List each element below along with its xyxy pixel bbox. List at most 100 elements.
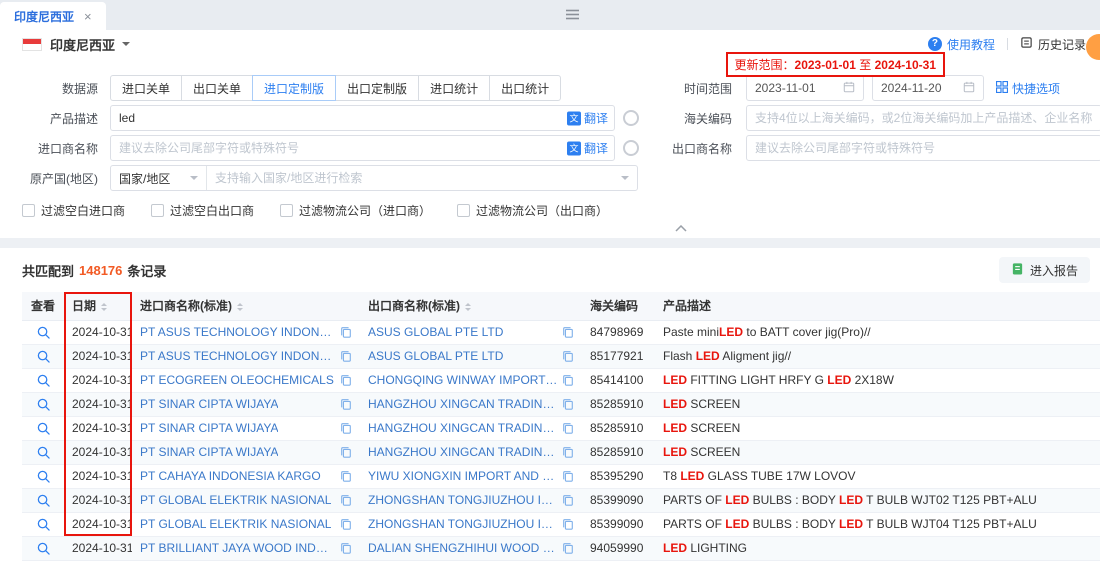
filter-checkbox[interactable]: 过滤空白出口商 [151,202,254,219]
collapse-panel-button[interactable] [662,221,700,235]
exporter-input[interactable] [746,135,1100,161]
exporter-link[interactable]: HANGZHOU XINGCAN TRADING CO LTD [368,397,558,411]
copy-icon[interactable] [340,422,352,434]
copy-icon[interactable] [562,542,574,554]
translate-button[interactable]: 文 翻译 [567,110,608,127]
magnifier-icon[interactable] [37,374,50,387]
copy-icon[interactable] [562,446,574,458]
copy-icon[interactable] [340,398,352,410]
magnifier-icon[interactable] [37,326,50,339]
exporter-link[interactable]: ZHONGSHAN TONGJIUZHOU INTERNA... [368,517,558,531]
importer-link[interactable]: PT ASUS TECHNOLOGY INDONESIA BA... [140,325,336,339]
importer-link[interactable]: PT SINAR CIPTA WIJAYA [140,445,278,459]
data-source-tab[interactable]: 出口关单 [181,75,253,101]
exporter-link[interactable]: HANGZHOU XINGCAN TRADING CO LTD [368,421,558,435]
magnifier-icon[interactable] [37,350,50,363]
importer-link[interactable]: PT CAHAYA INDONESIA KARGO [140,469,321,483]
origin-type-select[interactable]: 国家/地区 [111,166,207,190]
copy-icon[interactable] [562,470,574,482]
history-link[interactable]: 历史记录 [1020,36,1086,53]
copy-icon[interactable] [340,374,352,386]
exporter-link[interactable]: HANGZHOU XINGCAN TRADING CO LTD [368,445,558,459]
tutorial-link[interactable]: ? 使用教程 [928,36,995,53]
copy-icon[interactable] [340,350,352,362]
product-desc-cell: LED SCREEN [655,416,1100,440]
filter-checkbox[interactable]: 过滤物流公司（出口商） [457,202,608,219]
date-from-input[interactable]: 2023-11-01 [746,75,864,101]
product-desc-input[interactable] [110,105,615,131]
magnifier-icon[interactable] [37,494,50,507]
column-header[interactable]: 产品描述 [655,292,1100,320]
importer-link[interactable]: PT SINAR CIPTA WIJAYA [140,421,278,435]
hs-code-input[interactable] [746,105,1100,131]
magnifier-icon[interactable] [37,446,50,459]
exporter-link[interactable]: CHONGQING WINWAY IMPORT AND E... [368,373,558,387]
column-header[interactable]: 日期 [64,292,132,320]
copy-icon[interactable] [562,494,574,506]
data-source-tab[interactable]: 进口统计 [418,75,490,101]
copy-icon[interactable] [562,374,574,386]
quick-options-link[interactable]: 快捷选项 [996,80,1060,97]
exporter-link[interactable]: YIWU XIONGXIN IMPORT AND EXPORT... [368,469,558,483]
magnifier-icon[interactable] [37,518,50,531]
chevron-down-icon[interactable] [621,172,637,184]
exporter-link[interactable]: ZHONGSHAN TONGJIUZHOU INTERNA... [368,493,558,507]
translate-button[interactable]: 文 翻译 [567,140,608,157]
origin-combo: 国家/地区 [110,165,638,191]
sort-icon[interactable] [465,300,471,314]
importer-cell: PT GLOBAL ELEKTRIK NASIONAL [132,512,360,536]
column-header[interactable]: 海关编码 [582,292,655,320]
enter-report-button[interactable]: 进入报告 [999,257,1090,283]
copy-icon[interactable] [340,494,352,506]
copy-icon[interactable] [340,326,352,338]
data-source-tab[interactable]: 出口定制版 [335,75,419,101]
importer-link[interactable]: PT GLOBAL ELEKTRIK NASIONAL [140,517,331,531]
sort-icon[interactable] [237,300,243,314]
magnifier-icon[interactable] [37,470,50,483]
copy-icon[interactable] [562,518,574,530]
data-source-tab[interactable]: 出口统计 [489,75,561,101]
copy-icon[interactable] [562,350,574,362]
copy-icon[interactable] [340,446,352,458]
date-to-input[interactable]: 2024-11-20 [872,75,984,101]
exporter-link[interactable]: DALIAN SHENGZHIHUI WOOD INDUST... [368,541,558,555]
magnifier-icon[interactable] [37,398,50,411]
magnifier-icon[interactable] [37,422,50,435]
copy-icon[interactable] [340,518,352,530]
data-source-tab[interactable]: 进口定制版 [252,75,336,101]
column-header[interactable]: 出口商名称(标准) [360,292,582,320]
synonym-toggle-icon[interactable] [623,110,639,126]
copy-icon[interactable] [562,422,574,434]
exporter-cell: DALIAN SHENGZHIHUI WOOD INDUST... [360,536,582,560]
data-source-tab[interactable]: 进口关单 [110,75,182,101]
synonym-toggle-icon[interactable] [623,140,639,156]
exporter-link[interactable]: ASUS GLOBAL PTE LTD [368,325,503,339]
sort-icon[interactable] [101,300,107,314]
column-header[interactable]: 查看 [22,292,64,320]
magnifier-icon[interactable] [37,542,50,555]
importer-link[interactable]: PT ASUS TECHNOLOGY INDONESIA BA... [140,349,336,363]
origin-search-input[interactable] [207,166,621,190]
importer-link[interactable]: PT ECOGREEN OLEOCHEMICALS [140,373,334,387]
filter-checkbox[interactable]: 过滤空白进口商 [22,202,125,219]
importer-input[interactable] [110,135,615,161]
importer-link[interactable]: PT GLOBAL ELEKTRIK NASIONAL [140,493,331,507]
exporter-link[interactable]: ASUS GLOBAL PTE LTD [368,349,503,363]
importer-link[interactable]: PT BRILLIANT JAYA WOOD INDUSTRY [140,541,336,555]
highlighted-term: LED [696,349,720,363]
tab-menu-icon[interactable] [566,9,579,20]
importer-link[interactable]: PT SINAR CIPTA WIJAYA [140,397,278,411]
copy-icon[interactable] [340,470,352,482]
close-tab-icon[interactable]: × [84,9,92,24]
question-icon: ? [928,37,942,51]
hs-code-cell: 85399090 [582,512,655,536]
country-tab[interactable]: 印度尼西亚 × [0,2,106,30]
country-chevron-down-icon[interactable] [122,42,130,50]
checkbox-icon [457,204,470,217]
filter-checkbox[interactable]: 过滤物流公司（进口商） [280,202,431,219]
copy-icon[interactable] [562,326,574,338]
checkbox-icon [280,204,293,217]
column-header[interactable]: 进口商名称(标准) [132,292,360,320]
copy-icon[interactable] [340,542,352,554]
copy-icon[interactable] [562,398,574,410]
